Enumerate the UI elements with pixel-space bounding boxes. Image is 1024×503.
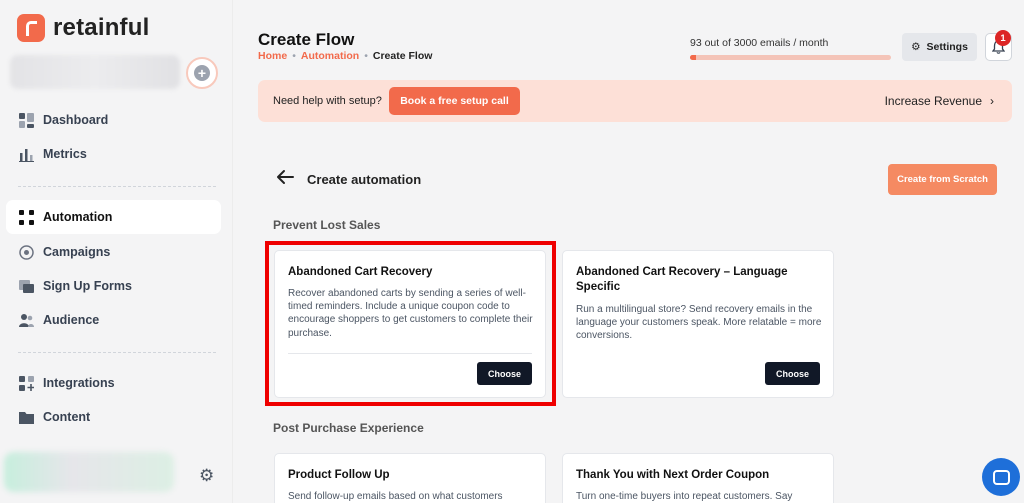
template-card-abandoned-cart-language[interactable]: Abandoned Cart Recovery – Language Speci… — [562, 250, 834, 398]
setup-help-banner: Need help with setup? Book a free setup … — [258, 80, 1012, 122]
sidebar-item-label: Integrations — [43, 376, 115, 390]
chevron-right-icon: › — [990, 94, 994, 108]
email-usage-text: 93 out of 3000 emails / month — [690, 37, 829, 49]
folder-icon — [18, 409, 34, 425]
dashboard-icon — [18, 112, 34, 128]
breadcrumb-automation[interactable]: Automation — [301, 50, 359, 62]
card-description: Send follow-up emails based on what cust… — [288, 491, 503, 502]
sidebar-item-label: Automation — [43, 210, 113, 224]
sidebar-item-audience[interactable]: Audience — [6, 303, 221, 337]
sidebar-item-metrics[interactable]: Metrics — [6, 137, 221, 171]
sidebar-item-label: Dashboard — [43, 113, 109, 127]
create-from-scratch-button[interactable]: Create from Scratch — [888, 164, 997, 195]
brand-name: retainful — [53, 14, 150, 41]
sidebar-item-automation[interactable]: Automation — [6, 200, 221, 234]
choose-button[interactable]: Choose — [765, 362, 820, 385]
breadcrumb-separator: • — [364, 50, 368, 62]
store-selector[interactable] — [10, 55, 180, 89]
template-card-thank-you-coupon[interactable]: Thank You with Next Order Coupon Turn on… — [562, 453, 834, 503]
page-title: Create Flow — [258, 30, 355, 49]
increase-revenue-link[interactable]: Increase Revenue › — [885, 94, 994, 108]
sidebar: retainful + Dashboard Metrics Automation — [0, 0, 233, 503]
sidebar-item-dashboard[interactable]: Dashboard — [6, 103, 221, 137]
email-usage-progress — [690, 55, 891, 60]
section-heading: Create automation — [307, 172, 422, 187]
nav-group-marketing: Automation Campaigns Sign Up Forms Audie… — [6, 200, 221, 337]
users-icon — [18, 312, 34, 328]
notification-count-badge: 1 — [995, 30, 1011, 46]
template-card-product-follow-up[interactable]: Product Follow Up Send follow-up emails … — [274, 453, 546, 503]
settings-button[interactable]: ⚙ Settings — [902, 33, 977, 61]
chat-support-button[interactable] — [982, 458, 1020, 496]
breadcrumb: Home • Automation • Create Flow — [258, 50, 432, 62]
nav-group-main: Dashboard Metrics — [6, 103, 221, 171]
sidebar-item-integrations[interactable]: Integrations — [6, 366, 221, 400]
sidebar-divider — [18, 352, 216, 353]
brand-logo[interactable]: retainful — [17, 14, 149, 42]
card-title: Product Follow Up — [288, 469, 390, 481]
sidebar-item-label: Audience — [43, 313, 100, 327]
sidebar-item-label: Content — [43, 410, 91, 424]
back-arrow-icon[interactable] — [276, 169, 294, 191]
card-description: Run a multilingual store? Send recovery … — [576, 304, 822, 342]
email-usage-progress-fill — [690, 55, 697, 60]
gear-icon[interactable]: ⚙ — [199, 466, 214, 486]
setup-help-text: Need help with setup? — [273, 95, 382, 107]
gear-icon: ⚙ — [911, 41, 921, 53]
sidebar-item-label: Metrics — [43, 147, 87, 161]
form-icon — [18, 278, 34, 294]
bar-chart-icon — [18, 146, 34, 162]
sidebar-item-label: Sign Up Forms — [43, 279, 132, 293]
nav-group-settings: Integrations Content — [6, 366, 221, 434]
breadcrumb-current: Create Flow — [372, 50, 433, 62]
sidebar-item-campaigns[interactable]: Campaigns — [6, 235, 221, 269]
increase-revenue-label: Increase Revenue — [884, 94, 982, 108]
integrations-icon — [18, 375, 34, 391]
sidebar-item-content[interactable]: Content — [6, 400, 221, 434]
automation-icon — [18, 209, 34, 225]
card-title: Abandoned Cart Recovery – Language Speci… — [576, 266, 788, 293]
settings-label: Settings — [926, 41, 968, 53]
plus-icon: + — [194, 65, 210, 81]
user-profile[interactable] — [4, 452, 174, 492]
category-title: Post Purchase Experience — [273, 421, 424, 435]
selection-highlight — [265, 241, 556, 406]
sidebar-item-signup-forms[interactable]: Sign Up Forms — [6, 269, 221, 303]
category-title: Prevent Lost Sales — [273, 218, 381, 232]
megaphone-icon — [18, 244, 34, 260]
chat-icon — [992, 469, 1010, 485]
sidebar-item-label: Campaigns — [43, 245, 111, 259]
add-store-button[interactable]: + — [186, 57, 218, 89]
sidebar-divider — [18, 186, 216, 187]
book-setup-call-button[interactable]: Book a free setup call — [389, 87, 520, 115]
card-title: Thank You with Next Order Coupon — [576, 469, 770, 481]
breadcrumb-home[interactable]: Home — [258, 50, 287, 62]
breadcrumb-separator: • — [292, 50, 296, 62]
card-description: Turn one-time buyers into repeat custome… — [576, 491, 793, 502]
retainful-logo-icon — [17, 14, 45, 42]
